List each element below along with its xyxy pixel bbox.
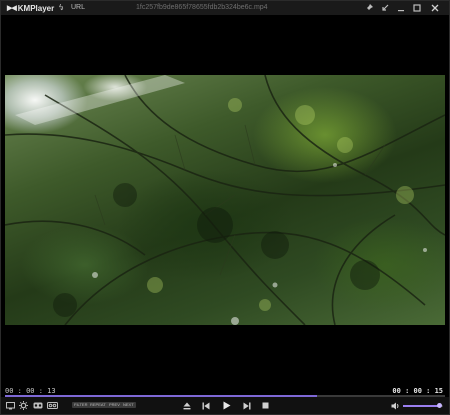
settings-icon[interactable] [18, 400, 29, 411]
close-icon[interactable] [429, 2, 441, 14]
volume-knob[interactable] [437, 403, 443, 408]
repeat-badge[interactable]: REPEAT [88, 402, 108, 408]
stereo-icon[interactable] [46, 400, 58, 411]
filter-badge[interactable]: FILTER [72, 402, 90, 408]
video-area[interactable] [1, 15, 449, 387]
maximize-icon[interactable] [411, 2, 423, 14]
play-icon [223, 401, 230, 410]
vr-icon[interactable] [32, 400, 43, 411]
url-button[interactable]: URL [71, 3, 85, 13]
volume-level [403, 405, 440, 407]
seek-row: 00 : 00 : 13 00 : 00 : 15 [1, 387, 449, 398]
minimize-icon[interactable] [395, 2, 407, 14]
previous-button[interactable] [200, 400, 211, 411]
play-button[interactable] [221, 400, 232, 411]
next-icon [243, 402, 250, 409]
next-badge[interactable]: NEXT [121, 402, 136, 408]
title-bar: ▶◀ KMPlayer ⌄ ϟ URL 1fc257fb9de865f78655… [1, 1, 449, 15]
lightning-icon[interactable]: ϟ [59, 3, 63, 13]
pin-icon[interactable] [363, 2, 375, 14]
shrink-icon[interactable] [379, 2, 391, 14]
eject-icon [183, 402, 190, 409]
eject-button[interactable] [181, 400, 192, 411]
volume-slider[interactable] [403, 403, 443, 408]
prev-badge[interactable]: PREV [107, 402, 122, 408]
logo-icon: ▶◀ [7, 5, 17, 12]
app-menu-button[interactable]: ▶◀ KMPlayer ⌄ [7, 3, 64, 13]
control-bar: FILTER REPEAT PREV NEXT [1, 397, 449, 414]
next-button[interactable] [241, 400, 252, 411]
previous-icon [202, 402, 209, 409]
current-time: 00 : 00 : 13 [5, 387, 56, 395]
app-brand-label: KMPlayer [17, 3, 55, 13]
stop-icon [262, 402, 269, 409]
video-frame-image [5, 75, 445, 325]
total-time: 00 : 00 : 15 [392, 387, 443, 395]
file-title: 1fc257fb9de865f78655fdb2b324be6c.mp4 [136, 4, 268, 11]
screen-icon[interactable] [5, 400, 16, 411]
player-window: ▶◀ KMPlayer ⌄ ϟ URL 1fc257fb9de865f78655… [0, 0, 450, 415]
stop-button[interactable] [260, 400, 271, 411]
volume-icon[interactable] [390, 400, 401, 411]
